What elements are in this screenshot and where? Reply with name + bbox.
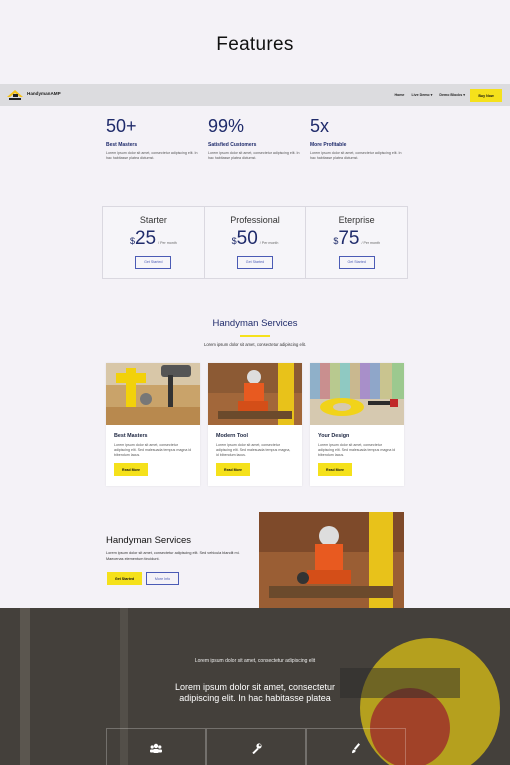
nav-live-demo[interactable]: Live Demo ▾ [411,93,432,97]
users-icon [150,743,162,753]
pricing-plan-professional: Professional $ 50 / Per month Get Starte… [205,207,307,278]
paintbrush-icon [351,742,360,753]
read-more-button[interactable]: Read More [216,463,250,476]
plan-period: / Per month [158,241,177,245]
stat-text: Lorem ipsum dolor sit amet, consectetur … [310,151,402,161]
service-card: Best Masters Lorem ipsum dolor sit amet,… [106,363,200,486]
stat-number: 99% [208,116,245,136]
stat-item: 50+ Best Masters Lorem ipsum dolor sit a… [106,116,202,161]
plan-price: $ 25 / Per month [103,228,204,250]
hero-subtitle: Lorem ipsum dolor sit amet, consectetur … [194,658,316,664]
card-title: Modern Tool [216,433,248,439]
card-image-tape [310,363,404,425]
stat-label: Satisfied Customers [208,142,257,148]
hero-box [306,728,406,765]
feature-text: Lorem ipsum dolor sit amet, consectetur … [106,551,240,561]
read-more-button[interactable]: Read More [318,463,352,476]
navbar: HandymanAMP Home Live Demo ▾ Demo Blocks… [0,84,510,106]
card-image-hammer [106,363,200,425]
card-title: Your Design [318,433,350,439]
hero-box [106,728,206,765]
stat-text: Lorem ipsum dolor sit amet, consectetur … [208,151,300,161]
plan-period: / Per month [361,241,381,245]
plan-period: / Per month [259,241,279,245]
wrench-icon [251,742,262,754]
plan-price: $ 50 / Per month [205,228,306,250]
hero-title: Lorem ipsum dolor sit amet, consectetur … [174,682,336,703]
get-started-button[interactable]: Get Started [237,256,273,269]
get-started-button[interactable]: Get Started [135,256,172,269]
card-text: Lorem ipsum dolor sit amet, consectetur … [216,443,291,457]
pricing-plan-starter: Starter $ 25 / Per month Get Started [103,207,205,278]
title-underline [240,335,270,337]
plan-price: $ 75 / Per month [306,228,407,250]
read-more-button[interactable]: Read More [114,463,148,476]
plan-name: Eterprise [338,215,375,225]
nav-links: Home Live Demo ▾ Demo Blocks ▾ [394,93,465,97]
get-started-button[interactable]: Get Started [338,256,375,269]
pricing-plan-enterprise: Eterprise $ 75 / Per month Get Started [306,207,407,278]
page-title: Features [216,34,294,55]
feature-title: Handyman Services [106,535,192,546]
stat-number: 50+ [106,116,137,136]
stat-label: More Profitable [310,142,347,148]
feature-image-worker [259,512,404,608]
hero-feature-boxes [106,728,406,765]
card-title: Best Masters [114,433,148,439]
hero-section: Lorem ipsum dolor sit amet, consectetur … [0,608,510,765]
card-text: Lorem ipsum dolor sit amet, consectetur … [318,443,396,457]
services-title: Handyman Services [212,318,298,329]
stat-item: 5x More Profitable Lorem ipsum dolor sit… [310,116,406,161]
stat-text: Lorem ipsum dolor sit amet, consectetur … [106,151,198,161]
plan-name: Starter [139,215,167,225]
buy-now-button[interactable]: Buy Now [470,89,502,102]
plan-name: Professional [230,215,280,225]
handyman-logo-icon[interactable] [7,89,24,101]
services-subtitle: Lorem ipsum dolor sit amet, consectetur … [204,342,306,347]
hero-box [206,728,306,765]
plan-amount: 75 [338,228,360,249]
card-text: Lorem ipsum dolor sit amet, consectetur … [114,443,192,457]
plan-amount: 50 [236,228,258,249]
plan-amount: 25 [134,228,157,249]
more-info-button[interactable]: More Info [146,572,179,585]
nav-home[interactable]: Home [394,93,404,97]
brand-name[interactable]: HandymanAMP [27,91,61,96]
service-card: Your Design Lorem ipsum dolor sit amet, … [310,363,404,486]
stat-number: 5x [310,116,330,136]
service-card: Modern Tool Lorem ipsum dolor sit amet, … [208,363,302,486]
pricing-table: Starter $ 25 / Per month Get Started Pro… [102,206,408,279]
stat-label: Best Masters [106,142,138,148]
stat-item: 99% Satisfied Customers Lorem ipsum dolo… [208,116,304,161]
get-started-button[interactable]: Get Started [107,572,142,585]
card-image-worker [208,363,302,425]
nav-demo-blocks[interactable]: Demo Blocks ▾ [439,93,465,97]
